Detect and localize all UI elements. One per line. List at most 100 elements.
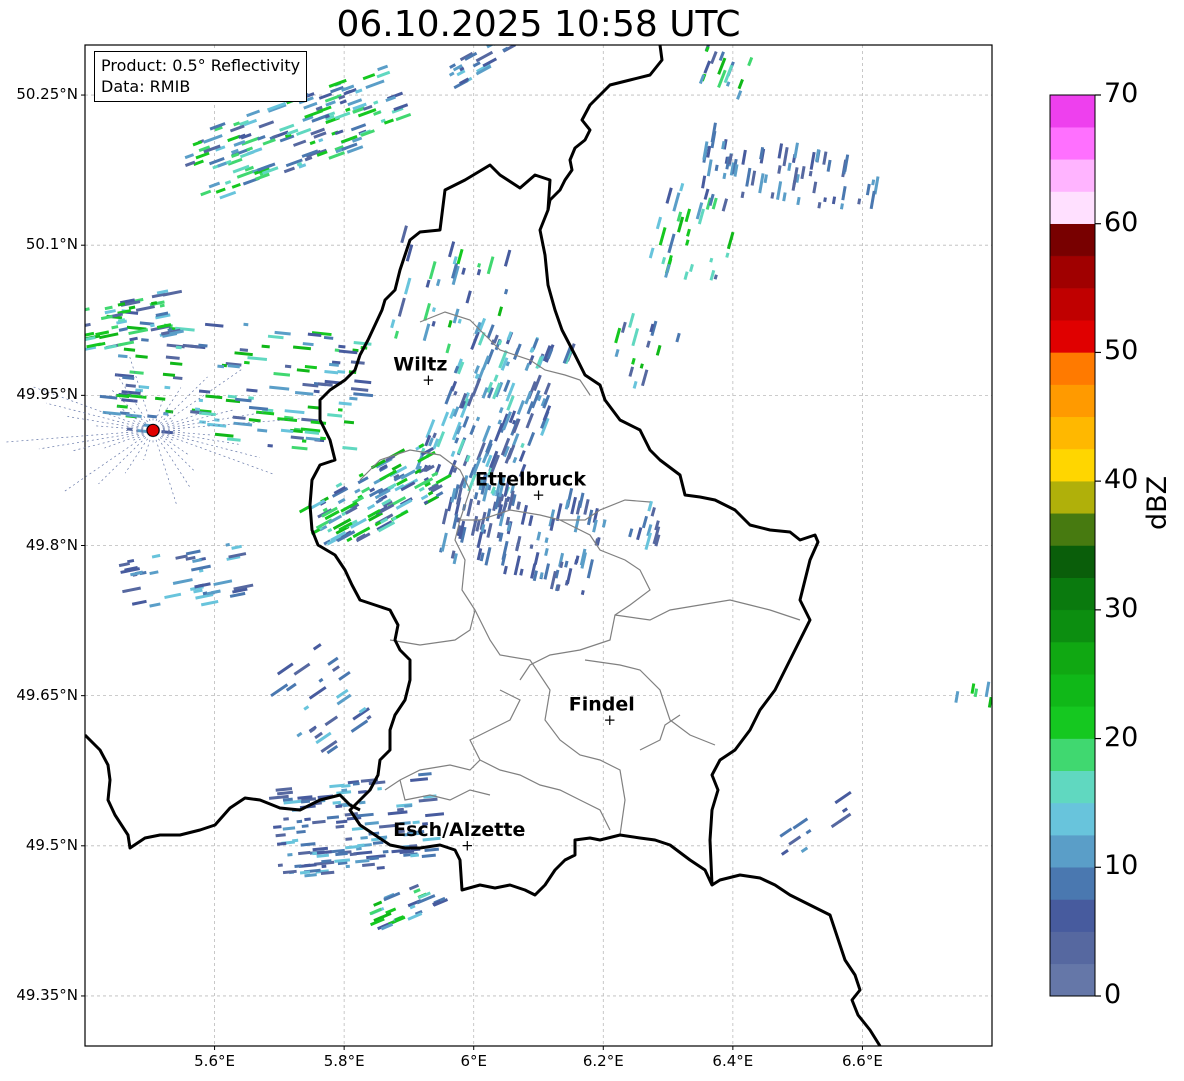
echo-cell xyxy=(636,527,643,541)
echo-cell xyxy=(800,165,806,180)
echo-cell xyxy=(440,411,450,427)
colorbar-tick-label: 20 xyxy=(1104,721,1139,753)
echo-cell xyxy=(457,318,462,324)
lon-tick-label: 5.6°E xyxy=(194,1052,235,1070)
echo-cell xyxy=(194,407,201,412)
echo-cell xyxy=(793,142,799,159)
echo-cell xyxy=(462,415,470,428)
echo-cell xyxy=(513,555,521,576)
echo-cell xyxy=(655,344,662,356)
radar-spoke xyxy=(124,430,154,474)
echo-cell xyxy=(355,858,370,864)
echo-cell xyxy=(473,492,479,500)
echo-cell xyxy=(725,252,730,258)
district-boundaries xyxy=(359,311,801,836)
echo-cell xyxy=(791,180,797,191)
echo-cell xyxy=(195,151,210,160)
echo-cell xyxy=(703,188,710,200)
echo-cell xyxy=(486,256,495,275)
echo-cell xyxy=(318,677,324,683)
echo-cell xyxy=(539,572,544,579)
echo-cell xyxy=(312,851,318,856)
echo-cell xyxy=(277,790,294,796)
echo-cell xyxy=(287,853,293,857)
echo-cell xyxy=(349,396,358,401)
echo-cell xyxy=(362,73,376,81)
echo-cell xyxy=(225,542,231,547)
echo-cell xyxy=(830,816,846,829)
echo-cell xyxy=(343,420,355,425)
echo-cell xyxy=(335,482,343,488)
echo-cell xyxy=(1004,698,1008,704)
echo-cell xyxy=(382,849,389,854)
echo-cell xyxy=(117,340,135,347)
echo-cell xyxy=(337,408,343,412)
echo-cell xyxy=(312,819,326,825)
colorbar-bin xyxy=(1049,577,1096,611)
border-germany xyxy=(546,45,664,211)
echo-cell xyxy=(261,344,270,349)
echo-cell xyxy=(841,186,847,201)
echo-cell xyxy=(543,382,551,396)
colorbar-tick-label: 70 xyxy=(1104,78,1139,109)
echo-cell xyxy=(628,366,635,377)
colorbar-bin xyxy=(1049,931,1096,965)
border-lux xyxy=(308,163,820,897)
echo-cell xyxy=(127,394,147,399)
lon-tick-label: 5.8°E xyxy=(323,1052,365,1070)
echo-cell xyxy=(973,688,979,698)
echo-cell xyxy=(788,835,802,846)
echo-cell xyxy=(710,50,718,65)
echo-cell xyxy=(726,231,735,250)
echo-cell xyxy=(714,164,719,172)
colorbar-bin xyxy=(1049,191,1096,224)
echo-cell xyxy=(520,504,529,525)
radar-spoke xyxy=(4,430,154,443)
echo-cell xyxy=(792,817,809,830)
echo-cell xyxy=(283,166,296,174)
city-label: Esch/Alzette xyxy=(393,819,525,841)
radar-spoke xyxy=(152,430,275,475)
colorbar-bin xyxy=(1049,416,1096,450)
echo-cell xyxy=(273,372,291,377)
city-label: Wiltz xyxy=(393,353,447,375)
echo-cell xyxy=(383,118,394,125)
echo-cell xyxy=(334,348,340,352)
echo-cell xyxy=(721,198,729,212)
echo-cell xyxy=(418,797,438,803)
echo-cell xyxy=(279,123,295,132)
echo-cell xyxy=(342,445,358,451)
echo-cell xyxy=(485,508,492,522)
radar-spoke xyxy=(104,430,154,449)
echo-cell xyxy=(641,369,649,387)
echo-cell xyxy=(206,589,221,596)
echo-cell xyxy=(298,850,311,856)
echo-cell xyxy=(471,377,482,397)
echo-cell xyxy=(324,715,339,727)
echo-cell xyxy=(122,586,142,594)
echo-cell xyxy=(299,870,311,875)
echo-cell xyxy=(826,159,832,172)
echo-cell xyxy=(822,151,828,165)
echo-cell xyxy=(817,201,822,209)
echo-cell xyxy=(456,438,466,455)
lat-tick-label: 49.95°N xyxy=(16,385,78,404)
echo-cell xyxy=(418,486,425,492)
echo-cell xyxy=(200,189,212,197)
echo-cell xyxy=(510,37,516,42)
echo-cell xyxy=(71,317,80,322)
echo-cell xyxy=(578,492,585,509)
city-label: Findel xyxy=(569,694,635,716)
echo-cell xyxy=(777,143,784,159)
echo-cell xyxy=(655,216,663,230)
echo-cell xyxy=(338,670,351,681)
echo-cell xyxy=(865,183,871,196)
echo-cell xyxy=(441,508,449,525)
echo-cell xyxy=(620,321,627,334)
echo-cell xyxy=(435,278,441,287)
colorbar-bin xyxy=(1049,287,1096,321)
info-box: Product: 0.5° Reflectivity Data: RMIB xyxy=(94,51,308,102)
echo-cell xyxy=(1008,702,1012,711)
echo-cell xyxy=(243,322,249,327)
echo-cell xyxy=(740,191,745,199)
